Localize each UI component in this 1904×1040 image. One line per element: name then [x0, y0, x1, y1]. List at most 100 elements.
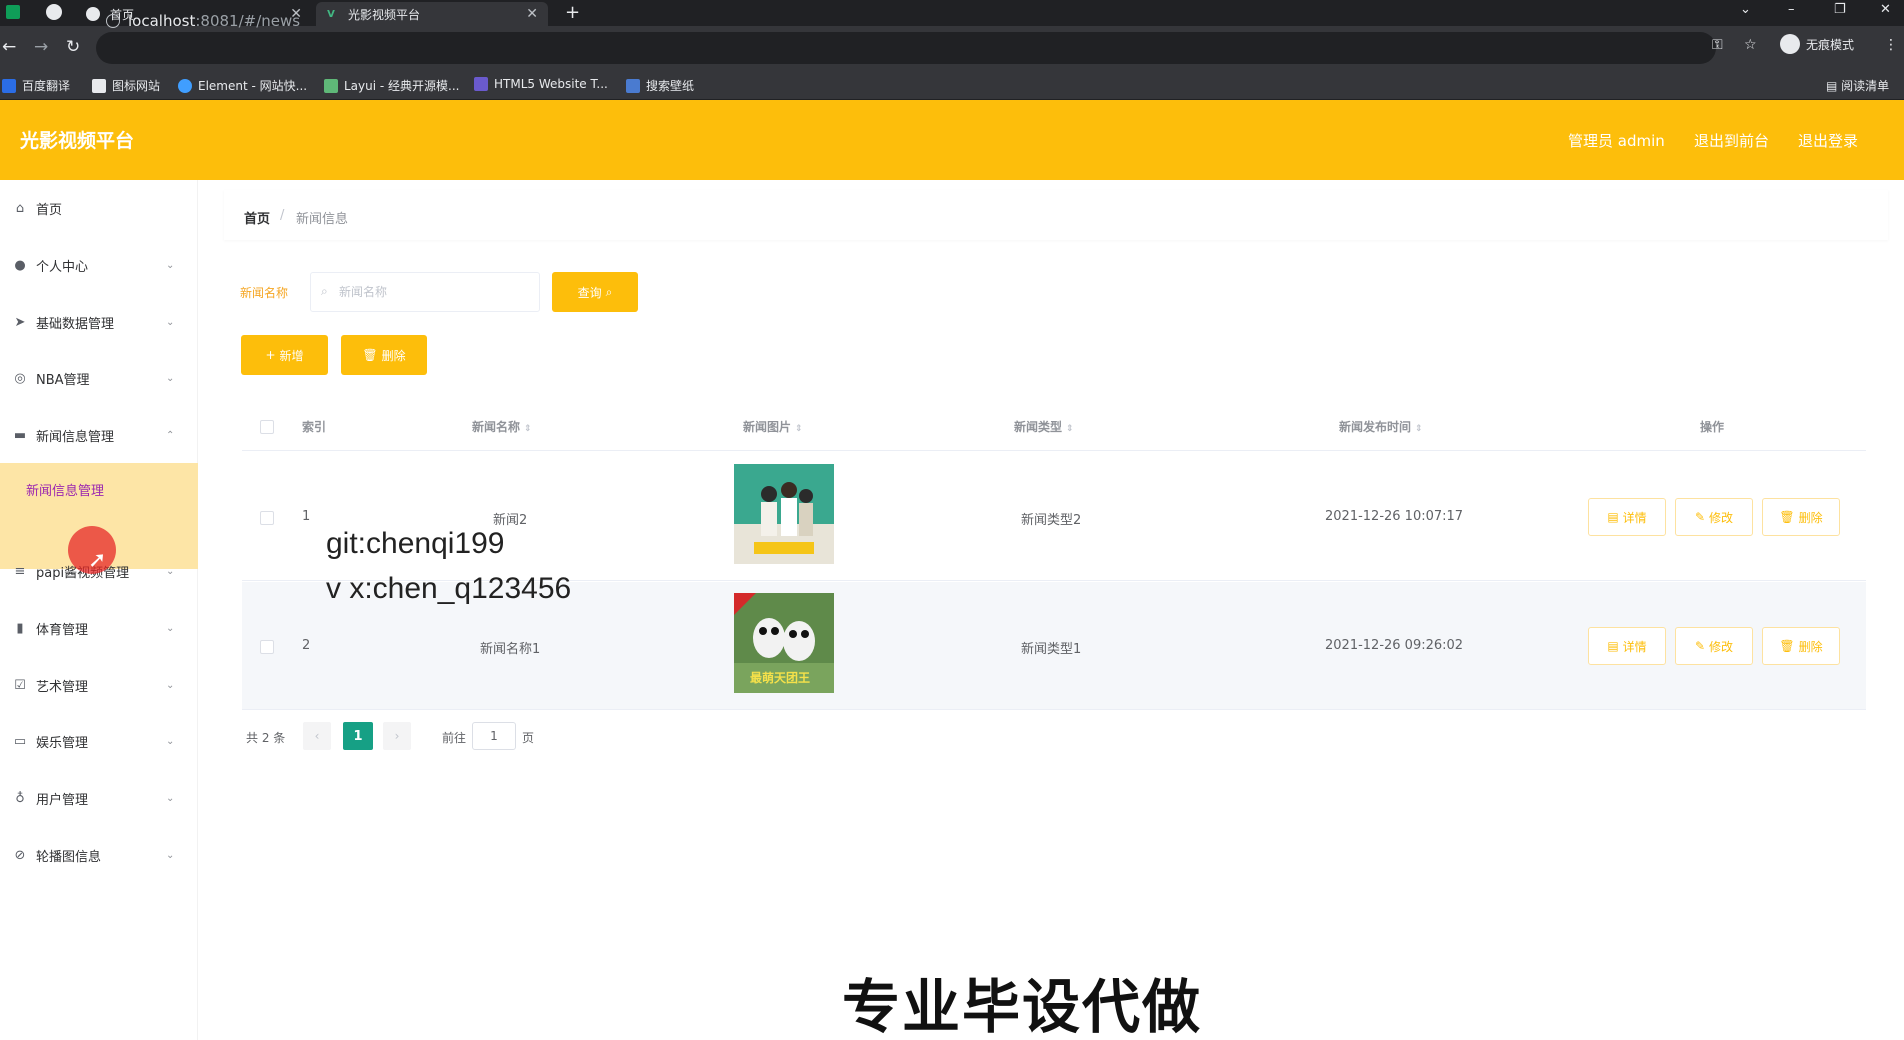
- sidebar-item-art[interactable]: ☑ 艺术管理 ⌄: [0, 657, 198, 713]
- mic-icon: ♁: [15, 790, 25, 806]
- bookmark-item[interactable]: Layui - 经典开源模...: [324, 77, 459, 94]
- incognito-indicator[interactable]: 无痕模式: [1780, 34, 1854, 54]
- edit-button[interactable]: ✎ 修改: [1675, 498, 1753, 536]
- goto-label: 前往: [442, 731, 467, 745]
- row-publish-time: 2021-12-26 09:26:02: [1325, 638, 1464, 653]
- globe-icon[interactable]: [46, 4, 62, 20]
- add-button[interactable]: + 新增: [241, 335, 328, 375]
- sidebar-item-sports[interactable]: ▮ 体育管理 ⌄: [0, 600, 198, 656]
- batch-delete-button[interactable]: 🗑 删除: [341, 335, 427, 375]
- search-input[interactable]: [339, 282, 529, 302]
- chevron-down-icon: ⌄: [166, 372, 175, 384]
- sort-icon[interactable]: ⇕: [1066, 424, 1074, 434]
- edit-button[interactable]: ✎ 修改: [1675, 627, 1753, 665]
- sidebar-item-users[interactable]: ♁ 用户管理 ⌄: [0, 770, 198, 826]
- close-icon[interactable]: ✕: [526, 6, 538, 22]
- goto-page-input[interactable]: 1: [472, 722, 516, 750]
- admin-user-link[interactable]: 管理员 admin: [1568, 130, 1665, 151]
- sidebar-item-news[interactable]: ▬ 新闻信息管理 ⌃: [0, 407, 198, 463]
- sidebar-item-nba[interactable]: ◎ NBA管理 ⌄: [0, 350, 198, 406]
- news-name-search[interactable]: ⌕: [310, 272, 540, 312]
- flag-icon: [92, 78, 106, 93]
- sidebar-item-basic-data[interactable]: ➤ 基础数据管理 ⌄: [0, 294, 198, 350]
- col-publish-time[interactable]: 新闻发布时间 ⇕: [1339, 418, 1423, 435]
- menu-dots-icon[interactable]: ⋮: [1884, 37, 1898, 53]
- sidebar-item-entertainment[interactable]: ▭ 娱乐管理 ⌄: [0, 713, 198, 769]
- tab-search-icon[interactable]: ⌄: [1740, 2, 1751, 17]
- watermark-line-1: git:chenqi199: [326, 527, 505, 560]
- sheets-app-icon[interactable]: [6, 5, 20, 19]
- bookmark-item[interactable]: 搜索壁纸: [626, 77, 694, 94]
- star-icon[interactable]: ☆: [1744, 37, 1757, 53]
- sort-icon[interactable]: ⇕: [795, 424, 803, 434]
- row-checkbox[interactable]: [260, 640, 274, 654]
- reload-icon[interactable]: ↻: [66, 37, 80, 57]
- detail-button[interactable]: ▤ 详情: [1588, 498, 1666, 536]
- incognito-label: 无痕模式: [1806, 37, 1855, 52]
- url-text[interactable]: localhost:8081/#/news: [128, 12, 300, 30]
- page-suffix: 页: [522, 731, 535, 745]
- bookmark-item[interactable]: 图标网站: [92, 77, 160, 94]
- prev-page-button[interactable]: ‹: [303, 722, 331, 750]
- sidebar-item-carousel[interactable]: ⊘ 轮播图信息 ⌄: [0, 827, 198, 883]
- news-thumbnail[interactable]: [734, 464, 834, 564]
- sort-icon[interactable]: ⇕: [524, 424, 532, 434]
- basketball-icon: ◎: [14, 370, 26, 386]
- key-icon[interactable]: ⚿: [1712, 37, 1723, 53]
- wallpaper-icon: [626, 78, 640, 93]
- site-info-icon[interactable]: [106, 14, 120, 28]
- sidebar: 新闻信息管理 ⌂ 首页 ● 个人中心 ⌄ ➤ 基础数据管理 ⌄ ◎ NBA管理 …: [0, 180, 198, 1040]
- url-field[interactable]: [96, 32, 1716, 64]
- tab-title: 光影视频平台: [348, 7, 421, 22]
- news-thumbnail[interactable]: 最萌天团王: [734, 593, 834, 693]
- row-index: 2: [302, 638, 311, 653]
- next-page-button[interactable]: ›: [383, 722, 411, 750]
- bookmark-item[interactable]: 百度翻译: [2, 77, 70, 94]
- back-to-frontend-link[interactable]: 退出到前台: [1694, 130, 1769, 151]
- edit-icon: ✎: [1694, 639, 1706, 653]
- trash-icon: 🗑: [362, 348, 378, 362]
- logout-link[interactable]: 退出登录: [1798, 130, 1858, 151]
- reading-list[interactable]: ▤ 阅读清单: [1826, 77, 1889, 94]
- list-icon: ≡: [14, 563, 26, 579]
- breadcrumb: [224, 190, 1888, 240]
- page-number-current[interactable]: 1: [343, 722, 373, 750]
- home-icon: ⌂: [15, 200, 25, 216]
- row-checkbox[interactable]: [260, 511, 274, 525]
- col-news-name[interactable]: 新闻名称 ⇕: [472, 418, 532, 435]
- chevron-down-icon: ⌄: [166, 849, 175, 861]
- mouse-cursor-icon: ➚: [88, 548, 107, 573]
- chevron-up-icon: ⌃: [166, 429, 175, 441]
- chevron-down-icon: ⌄: [166, 792, 175, 804]
- delete-button[interactable]: 🗑 删除: [1762, 498, 1840, 536]
- forward-icon[interactable]: →: [34, 37, 48, 57]
- sidebar-subitem-news-manage[interactable]: 新闻信息管理: [26, 480, 104, 499]
- breadcrumb-current: 新闻信息: [296, 212, 349, 227]
- sidebar-item-personal[interactable]: ● 个人中心 ⌄: [0, 237, 198, 293]
- sort-icon[interactable]: ⇕: [1415, 424, 1423, 434]
- sidebar-item-home[interactable]: ⌂ 首页: [0, 180, 198, 236]
- col-index: 索引: [302, 420, 327, 434]
- col-news-type[interactable]: 新闻类型 ⇕: [1014, 418, 1074, 435]
- bookmark-item[interactable]: Element - 网站快...: [178, 77, 307, 94]
- col-news-image[interactable]: 新闻图片 ⇕: [743, 418, 803, 435]
- query-button[interactable]: 查询 ⌕: [552, 272, 638, 312]
- delete-button[interactable]: 🗑 删除: [1762, 627, 1840, 665]
- window-close-icon[interactable]: ✕: [1880, 2, 1891, 17]
- row-news-type: 新闻类型1: [1021, 642, 1082, 657]
- select-all-checkbox[interactable]: [260, 420, 274, 434]
- detail-button[interactable]: ▤ 详情: [1588, 627, 1666, 665]
- minimize-icon[interactable]: –: [1788, 2, 1795, 17]
- search-icon: ⌕: [321, 284, 328, 298]
- new-tab-icon[interactable]: +: [565, 2, 580, 23]
- breadcrumb-home[interactable]: 首页: [244, 208, 270, 227]
- browser-tab-platform[interactable]: V 光影视频平台 ✕: [316, 2, 548, 26]
- app-header: 光影视频平台 管理员 admin 退出到前台 退出登录: [0, 100, 1904, 180]
- restore-icon[interactable]: ❐: [1834, 2, 1846, 17]
- bookmark-item[interactable]: HTML5 Website T...: [474, 77, 608, 91]
- vue-logo-icon: V: [327, 8, 335, 20]
- back-icon[interactable]: ←: [2, 37, 16, 57]
- chevron-down-icon: ⌄: [166, 622, 175, 634]
- row-divider: [242, 709, 1866, 710]
- pagination-total: 共 2 条: [246, 731, 286, 745]
